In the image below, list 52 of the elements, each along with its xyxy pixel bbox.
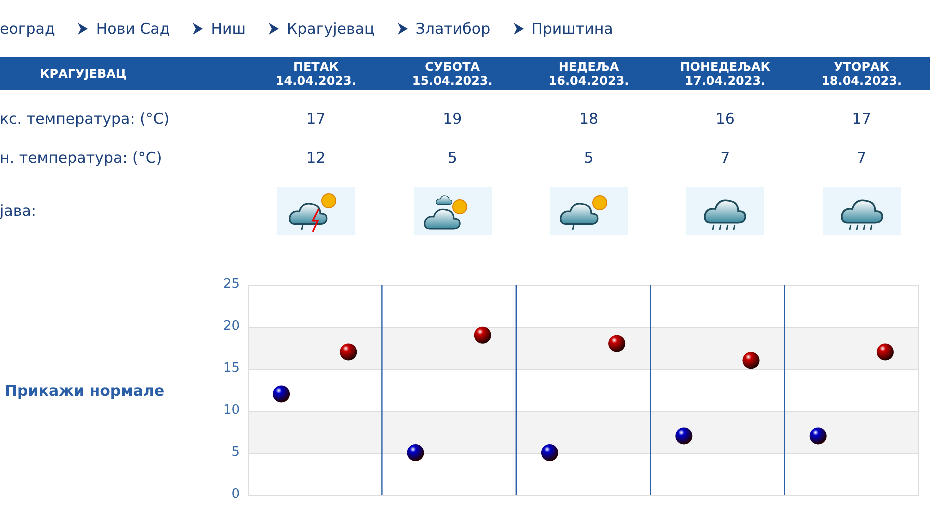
table-cell-text: 18 bbox=[579, 109, 599, 130]
day-name: СУБОТА bbox=[425, 60, 480, 74]
table-cell-text: 19 bbox=[443, 109, 462, 130]
day-name: УТОРАК bbox=[834, 60, 890, 74]
day-date: 15.04.2023. bbox=[412, 74, 493, 88]
data-point bbox=[676, 428, 693, 445]
city-link[interactable]: Ниш bbox=[211, 18, 246, 40]
table-cell-text: 16 bbox=[716, 109, 735, 130]
day-name: НЕДЕЉА bbox=[558, 60, 620, 74]
data-point bbox=[608, 335, 626, 352]
data-point bbox=[742, 352, 760, 370]
day-date: 18.04.2023. bbox=[822, 74, 902, 88]
city-link[interactable]: Крагујевац bbox=[287, 18, 375, 40]
axis-label: 10 bbox=[223, 404, 240, 417]
data-point bbox=[541, 444, 558, 462]
day-name: ПОНЕДЕЉАК bbox=[680, 60, 771, 74]
table-cell-text: 7 bbox=[720, 148, 730, 170]
table-cell-text: 7 bbox=[857, 148, 867, 170]
weather-icon bbox=[550, 187, 628, 235]
weather-icon bbox=[686, 187, 764, 235]
show-normals-link[interactable]: Прикажи нормале bbox=[5, 380, 165, 402]
city-link[interactable]: Златибор bbox=[416, 18, 491, 40]
day-date: 16.04.2023. bbox=[548, 74, 630, 88]
city-link[interactable]: Приштина bbox=[532, 18, 614, 40]
axis-label: 25 bbox=[223, 278, 240, 291]
axis-label: 15 bbox=[223, 362, 240, 375]
row-label: н. температура: (°C) bbox=[0, 149, 162, 168]
weather-icon bbox=[822, 187, 901, 235]
table-cell-text: 17 bbox=[306, 109, 326, 130]
data-point bbox=[474, 326, 492, 344]
table-cell-text: 12 bbox=[306, 148, 326, 170]
axis-label: 20 bbox=[223, 320, 240, 333]
day-date: 17.04.2023. bbox=[685, 74, 766, 88]
axis-label: 5 bbox=[232, 446, 240, 459]
data-point bbox=[876, 344, 894, 361]
table-cell-text: 5 bbox=[448, 148, 458, 170]
axis-label: 0 bbox=[232, 488, 240, 501]
row-label: кс. температура: (°C) bbox=[0, 110, 170, 128]
city-link[interactable]: еоград bbox=[0, 18, 56, 40]
table-cell-text: 5 bbox=[584, 148, 594, 170]
city-name: КРАГУЈЕВАЦ bbox=[40, 66, 128, 80]
data-point bbox=[340, 344, 358, 361]
city-link[interactable]: Нови Сад bbox=[96, 18, 170, 40]
data-point bbox=[273, 386, 290, 403]
day-date: 14.04.2023. bbox=[276, 74, 356, 88]
data-point bbox=[407, 444, 424, 462]
data-point bbox=[810, 428, 827, 445]
row-label: јава: bbox=[0, 202, 36, 220]
weather-icon bbox=[277, 187, 356, 235]
weather-icon bbox=[414, 187, 492, 235]
day-name: ПЕТАК bbox=[293, 60, 339, 74]
table-cell-text: 17 bbox=[852, 109, 872, 130]
